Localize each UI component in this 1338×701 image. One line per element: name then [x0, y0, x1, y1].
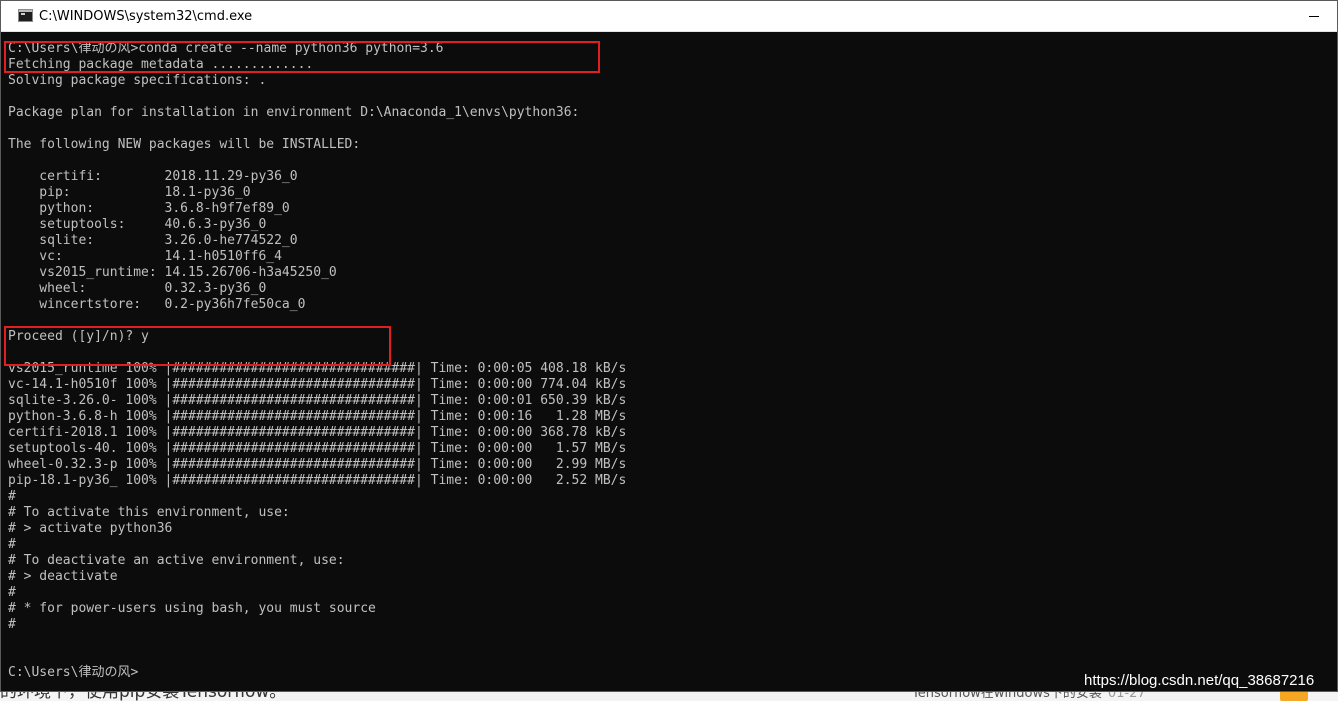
console-line: pip: 18.1-py36_0: [8, 185, 251, 200]
title-bar[interactable]: C:\WINDOWS\system32\cmd.exe: [1, 1, 1337, 32]
console-line: setuptools-40. 100% |###################…: [8, 441, 627, 456]
cmd-icon: [18, 9, 33, 22]
console-line: Solving package specifications: .: [8, 73, 267, 88]
console-line: #: [8, 489, 16, 504]
cmd-window[interactable]: C:\WINDOWS\system32\cmd.exe C:\Users\律动の…: [0, 0, 1338, 692]
console-line: certifi-2018.1 100% |###################…: [8, 425, 627, 440]
console-line: # > deactivate: [8, 569, 118, 584]
console-line: certifi: 2018.11.29-py36_0: [8, 169, 298, 184]
console-line: python: 3.6.8-h9f7ef89_0: [8, 201, 290, 216]
console-line: # * for power-users using bash, you must…: [8, 601, 376, 616]
console-line: setuptools: 40.6.3-py36_0: [8, 217, 267, 232]
console-line: # > activate python36: [8, 521, 173, 536]
console-line: C:\Users\律动の风>conda create --name python…: [8, 41, 444, 56]
console-line: sqlite-3.26.0- 100% |###################…: [8, 393, 627, 408]
console-line: #: [8, 617, 16, 632]
minimize-icon: [1309, 16, 1319, 17]
console-line: wheel: 0.32.3-py36_0: [8, 281, 267, 296]
console-line: vc-14.1-h0510f 100% |###################…: [8, 377, 627, 392]
console-output[interactable]: C:\Users\律动の风>conda create --name python…: [1, 41, 1337, 691]
console-line: The following NEW packages will be INSTA…: [8, 137, 361, 152]
console-line: #: [8, 537, 16, 552]
watermark-url: https://blog.csdn.net/qq_38687216: [1084, 672, 1315, 689]
console-line: wincertstore: 0.2-py36h7fe50ca_0: [8, 297, 306, 312]
console-line: vs2015_runtime: 14.15.26706-h3a45250_0: [8, 265, 337, 280]
minimize-button[interactable]: [1291, 1, 1337, 31]
console-line: Fetching package metadata .............: [8, 57, 314, 72]
console-line: # To deactivate an active environment, u…: [8, 553, 345, 568]
window-title: C:\WINDOWS\system32\cmd.exe: [39, 9, 253, 24]
console-line: wheel-0.32.3-p 100% |###################…: [8, 457, 627, 472]
console-line: # To activate this environment, use:: [8, 505, 290, 520]
console-line: sqlite: 3.26.0-he774522_0: [8, 233, 298, 248]
console-line: vc: 14.1-h0510ff6_4: [8, 249, 282, 264]
console-line: Package plan for installation in environ…: [8, 105, 580, 120]
console-line: python-3.6.8-h 100% |###################…: [8, 409, 627, 424]
console-line: #: [8, 585, 16, 600]
console-line: vs2015_runtime 100% |###################…: [8, 361, 627, 376]
console-line: pip-18.1-py36_ 100% |###################…: [8, 473, 627, 488]
console-line: Proceed ([y]/n)? y: [8, 329, 149, 344]
